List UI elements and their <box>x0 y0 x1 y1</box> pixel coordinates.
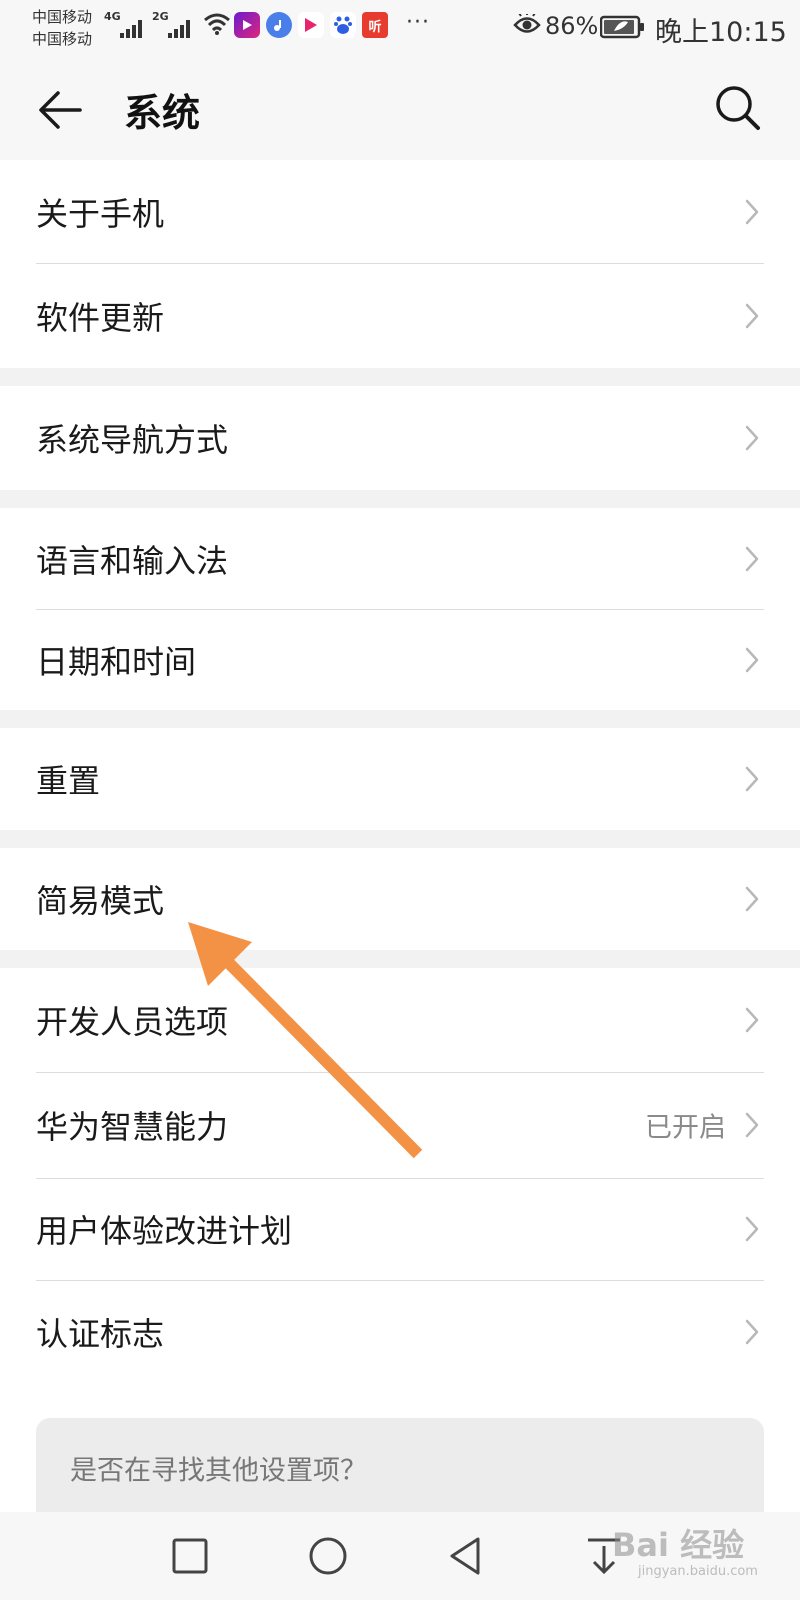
circle-home-icon <box>309 1537 347 1575</box>
page-title: 系统 <box>124 91 201 135</box>
settings-group-simple-mode: 简易模式 <box>0 848 800 950</box>
app-bar: 系统 <box>0 56 800 160</box>
ting-icon-text: 听 <box>368 19 382 35</box>
signal-strength-2-icon <box>168 18 190 38</box>
square-recents-icon <box>172 1538 208 1574</box>
setting-system-navigation[interactable]: 系统导航方式 <box>0 386 800 490</box>
setting-about-phone[interactable]: 关于手机 <box>0 160 800 264</box>
chevron-right-icon <box>745 1216 759 1242</box>
arrow-left-icon <box>39 91 82 129</box>
setting-certification[interactable]: 认证标志 <box>0 1280 800 1384</box>
setting-label: 认证标志 <box>36 1315 165 1353</box>
music-app-icon <box>266 12 292 38</box>
download-icon <box>588 1538 620 1575</box>
setting-simple-mode[interactable]: 简易模式 <box>0 848 800 950</box>
settings-group-device: 关于手机 软件更新 <box>0 160 800 368</box>
ting-app-icon: 听 <box>362 12 388 38</box>
setting-label: 语言和输入法 <box>36 541 229 580</box>
carrier-1-label: 中国移动 <box>32 8 93 26</box>
chevron-right-icon <box>745 766 759 792</box>
home-button[interactable] <box>302 1530 354 1582</box>
setting-label: 用户体验改进计划 <box>36 1212 293 1250</box>
settings-group-advanced: 开发人员选项 华为智慧能力 已开启 用户体验改进计划 认证标志 <box>0 968 800 1386</box>
setting-label: 华为智慧能力 <box>36 1108 229 1146</box>
baidu-app-icon <box>330 12 356 38</box>
setting-status-value: 已开启 <box>645 1112 726 1144</box>
chevron-right-icon <box>745 199 759 225</box>
triangle-back-icon <box>450 1537 480 1575</box>
network-type-2: 2G <box>152 10 169 23</box>
video-app-icon <box>234 12 260 38</box>
setting-reset[interactable]: 重置 <box>0 728 800 830</box>
nav-back-button[interactable] <box>440 1530 492 1582</box>
setting-user-experience[interactable]: 用户体验改进计划 <box>0 1178 800 1280</box>
chevron-right-icon <box>745 1007 759 1033</box>
chevron-right-icon <box>745 1319 759 1345</box>
setting-software-update[interactable]: 软件更新 <box>0 264 800 368</box>
more-notifications-icon: ··· <box>406 10 430 35</box>
battery-percent: 86% <box>545 12 599 40</box>
search-suggestion-text: 是否在寻找其他设置项？ <box>70 1455 367 1487</box>
setting-label: 系统导航方式 <box>36 421 229 459</box>
setting-huawei-smart[interactable]: 华为智慧能力 已开启 <box>0 1072 800 1178</box>
chevron-right-icon <box>745 546 759 571</box>
status-bar: 中国移动 中国移动 4G 2G 听 ··· 86% 晚上10:15 <box>0 0 800 56</box>
recents-button[interactable] <box>164 1530 216 1582</box>
setting-label: 简易模式 <box>36 882 165 920</box>
setting-date-time[interactable]: 日期和时间 <box>0 609 800 710</box>
signal-strength-1-icon <box>120 18 142 38</box>
chevron-right-icon <box>745 425 759 451</box>
search-button[interactable] <box>712 82 764 134</box>
wifi-icon <box>204 13 230 35</box>
settings-group-navigation: 系统导航方式 <box>0 386 800 490</box>
settings-group-language: 语言和输入法 日期和时间 <box>0 508 800 710</box>
network-type-1: 4G <box>104 10 121 23</box>
notification-pull-button[interactable] <box>578 1530 630 1582</box>
back-button[interactable] <box>36 84 88 136</box>
setting-language-input[interactable]: 语言和输入法 <box>0 508 800 609</box>
search-icon <box>716 86 760 130</box>
setting-label: 软件更新 <box>36 299 165 337</box>
search-suggestion-card[interactable]: 是否在寻找其他设置项？ <box>36 1418 764 1518</box>
setting-label: 关于手机 <box>36 195 165 233</box>
chevron-right-icon <box>745 647 759 672</box>
chevron-right-icon <box>745 1112 759 1138</box>
setting-label: 开发人员选项 <box>36 1003 229 1041</box>
settings-group-reset: 重置 <box>0 728 800 830</box>
streaming-app-icon <box>298 12 324 38</box>
setting-label: 日期和时间 <box>36 642 197 681</box>
status-time: 晚上10:15 <box>655 17 787 48</box>
eye-comfort-icon <box>513 14 541 33</box>
carrier-labels: 中国移动 中国移动 <box>32 6 92 50</box>
chevron-right-icon <box>745 303 759 329</box>
setting-label: 重置 <box>36 762 101 800</box>
system-navigation-bar <box>0 1512 800 1600</box>
setting-developer-options[interactable]: 开发人员选项 <box>0 968 800 1072</box>
carrier-2-label: 中国移动 <box>32 30 93 48</box>
chevron-right-icon <box>745 886 759 912</box>
battery-saver-icon <box>600 15 644 39</box>
